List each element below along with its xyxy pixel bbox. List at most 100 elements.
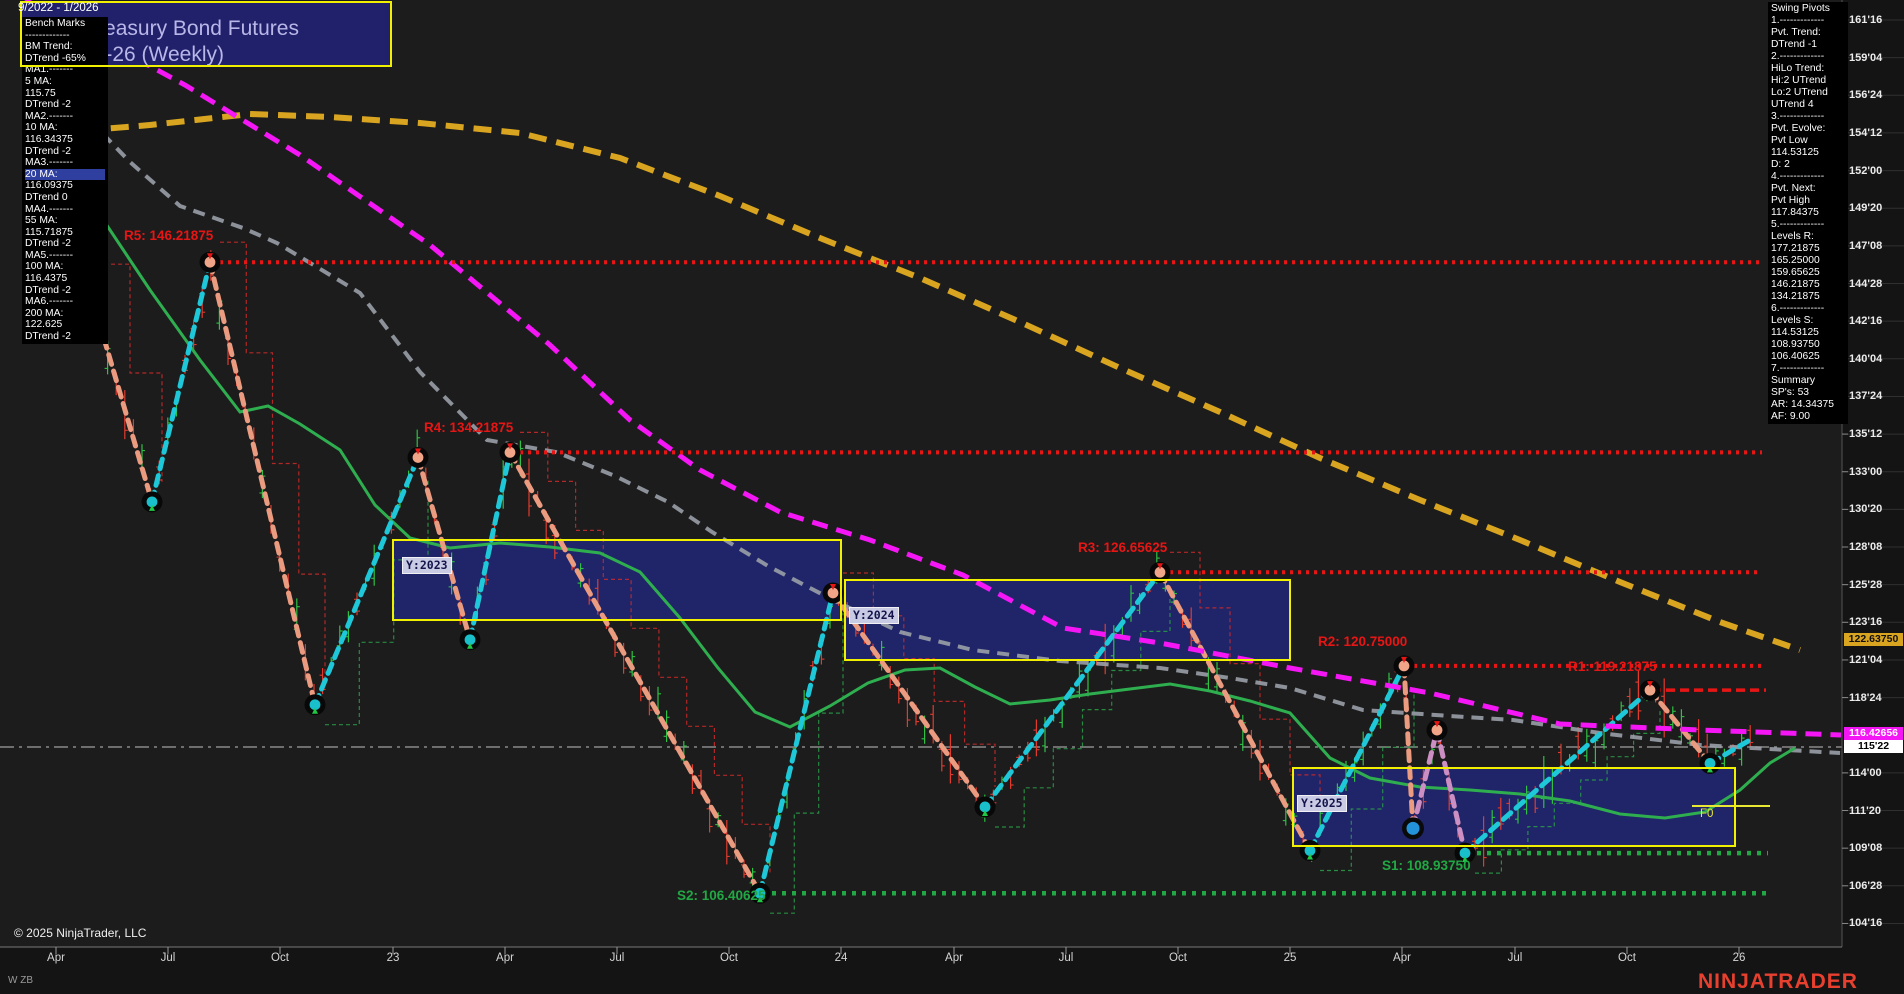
level-label-R5: R5: 146.21875 (124, 228, 213, 243)
benchmarks-row: 122.625 (25, 319, 105, 331)
benchmarks-row: 116.09375 (25, 180, 105, 192)
price-axis-label: 142'16 (1849, 315, 1903, 327)
benchmarks-row: 115.75 (25, 88, 105, 100)
swing-pivots-row: 3.------------- (1771, 111, 1845, 123)
date-range-label: 9/2022 - 1/2026 (18, 2, 99, 14)
time-axis-label: Jul (146, 952, 190, 964)
ninjatrader-logo: NINJATRADER (1698, 970, 1858, 994)
benchmarks-row: 5 MA: (25, 76, 105, 88)
benchmarks-row: 115.71875 (25, 227, 105, 239)
swing-pivots-row: 108.93750 (1771, 339, 1845, 351)
benchmarks-row: MA6.------- (25, 296, 105, 308)
price-axis-label: 130'20 (1849, 503, 1903, 515)
time-axis-label: Oct (1156, 952, 1200, 964)
price-axis-label: 118'24 (1849, 692, 1903, 704)
time-axis-label: Oct (1605, 952, 1649, 964)
benchmarks-row: MA2.------- (25, 111, 105, 123)
title-box-border-line (20, 65, 392, 67)
level-label-R2: R2: 120.75000 (1318, 634, 1407, 649)
year-range-chip[interactable]: Y:2024 (849, 607, 899, 624)
swing-pivots-row: AF: 9.00 (1771, 411, 1845, 423)
benchmarks-row: DTrend -2 (25, 331, 105, 343)
benchmarks-row: DTrend -65% (25, 53, 105, 65)
swing-pivots-row: 114.53125 (1771, 327, 1845, 339)
swing-pivots-row: SP's: 53 (1771, 387, 1845, 399)
swing-pivots-row: AR: 14.34375 (1771, 399, 1845, 411)
time-axis-label: Jul (1493, 952, 1537, 964)
swing-pivots-row: Swing Pivots (1771, 3, 1845, 15)
swing-pivots-row: 4.------------- (1771, 171, 1845, 183)
swing-pivots-row: 7.------------- (1771, 363, 1845, 375)
swing-pivots-row: Pvt. Next: (1771, 183, 1845, 195)
swing-pivots-row: Pvt High (1771, 195, 1845, 207)
price-axis-label: 140'04 (1849, 353, 1903, 365)
benchmarks-row: 116.4375 (25, 273, 105, 285)
swing-pivots-row: Pvt. Evolve: (1771, 123, 1845, 135)
swing-pivots-row: 6.------------- (1771, 303, 1845, 315)
swing-pivots-row: 2.------------- (1771, 51, 1845, 63)
level-label-R1: R1: 119.21875 (1568, 659, 1657, 674)
price-axis-label: 109'08 (1849, 842, 1903, 854)
time-axis-label: Jul (595, 952, 639, 964)
swing-pivots-row: Levels S: (1771, 315, 1845, 327)
price-axis-label: 154'12 (1849, 127, 1903, 139)
benchmarks-row: BM Trend: (25, 41, 105, 53)
time-axis-label: 26 (1717, 952, 1761, 964)
year-range-chip[interactable]: Y:2023 (402, 557, 452, 574)
swing-pivots-row: Hi:2 UTrend (1771, 75, 1845, 87)
benchmarks-row: 100 MA: (25, 261, 105, 273)
time-axis-label: 25 (1268, 952, 1312, 964)
price-axis-label: 135'12 (1849, 428, 1903, 440)
ninjatrader-chart-window: Treasury Bond Futures 03-26 (Weekly) 9/2… (0, 0, 1904, 994)
price-axis-label: 144'28 (1849, 278, 1903, 290)
price-tag: 116.42656 (1844, 727, 1903, 740)
benchmarks-row: Bench Marks (25, 18, 105, 30)
swing-pivots-row: Summary (1771, 375, 1845, 387)
benchmarks-row: DTrend -2 (25, 99, 105, 111)
swing-pivots-indicator-panel[interactable]: Swing Pivots1.-------------Pvt. Trend:DT… (1768, 2, 1848, 424)
price-tag: 122.63750 (1844, 633, 1903, 646)
swing-pivots-row: DTrend -1 (1771, 39, 1845, 51)
swing-pivots-row: UTrend 4 (1771, 99, 1845, 111)
time-axis-label: Apr (34, 952, 78, 964)
benchmarks-row: DTrend 0 (25, 192, 105, 204)
swing-pivots-row: 134.21875 (1771, 291, 1845, 303)
benchmarks-row: 55 MA: (25, 215, 105, 227)
level-label-S2: S2: 106.40625 (677, 888, 766, 903)
level-label-R3: R3: 126.65625 (1078, 540, 1167, 555)
swing-pivots-row: 165.25000 (1771, 255, 1845, 267)
swing-pivots-row: 1.------------- (1771, 15, 1845, 27)
level-label-S1: S1: 108.93750 (1382, 858, 1471, 873)
time-axis-label: Oct (707, 952, 751, 964)
price-axis-label: 149'20 (1849, 202, 1903, 214)
price-axis-label: 137'24 (1849, 390, 1903, 402)
time-axis-label: Oct (258, 952, 302, 964)
price-axis-label: 147'08 (1849, 240, 1903, 252)
benchmarks-row: DTrend -2 (25, 285, 105, 297)
benchmarks-row: 200 MA: (25, 308, 105, 320)
benchmarks-row: DTrend -2 (25, 146, 105, 158)
price-axis-label: 104'16 (1849, 917, 1903, 929)
level-label-f0: F0 (1700, 808, 1713, 820)
page-title: Treasury Bond Futures (85, 17, 299, 41)
benchmarks-row: 116.34375 (25, 134, 105, 146)
time-axis-label: Apr (483, 952, 527, 964)
benchmarks-row: MA4.------- (25, 204, 105, 216)
price-chart-canvas[interactable] (0, 0, 1904, 994)
price-axis-label: 159'04 (1849, 52, 1903, 64)
price-axis-label: 121'04 (1849, 654, 1903, 666)
swing-pivots-row: D: 2 (1771, 159, 1845, 171)
swing-pivots-row: 114.53125 (1771, 147, 1845, 159)
swing-pivots-row: Lo:2 UTrend (1771, 87, 1845, 99)
time-axis-label: 23 (371, 952, 415, 964)
benchmarks-row: 20 MA: (25, 169, 105, 181)
year-range-chip[interactable]: Y:2025 (1297, 795, 1347, 812)
swing-pivots-row: Pvt Low (1771, 135, 1845, 147)
swing-pivots-row: 177.21875 (1771, 243, 1845, 255)
price-axis-label: 161'16 (1849, 14, 1903, 26)
price-axis-label: 125'28 (1849, 579, 1903, 591)
price-axis-label: 128'08 (1849, 541, 1903, 553)
swing-pivots-row: Levels R: (1771, 231, 1845, 243)
swing-pivots-row: 159.65625 (1771, 267, 1845, 279)
level-label-R4: R4: 134.21875 (424, 420, 513, 435)
